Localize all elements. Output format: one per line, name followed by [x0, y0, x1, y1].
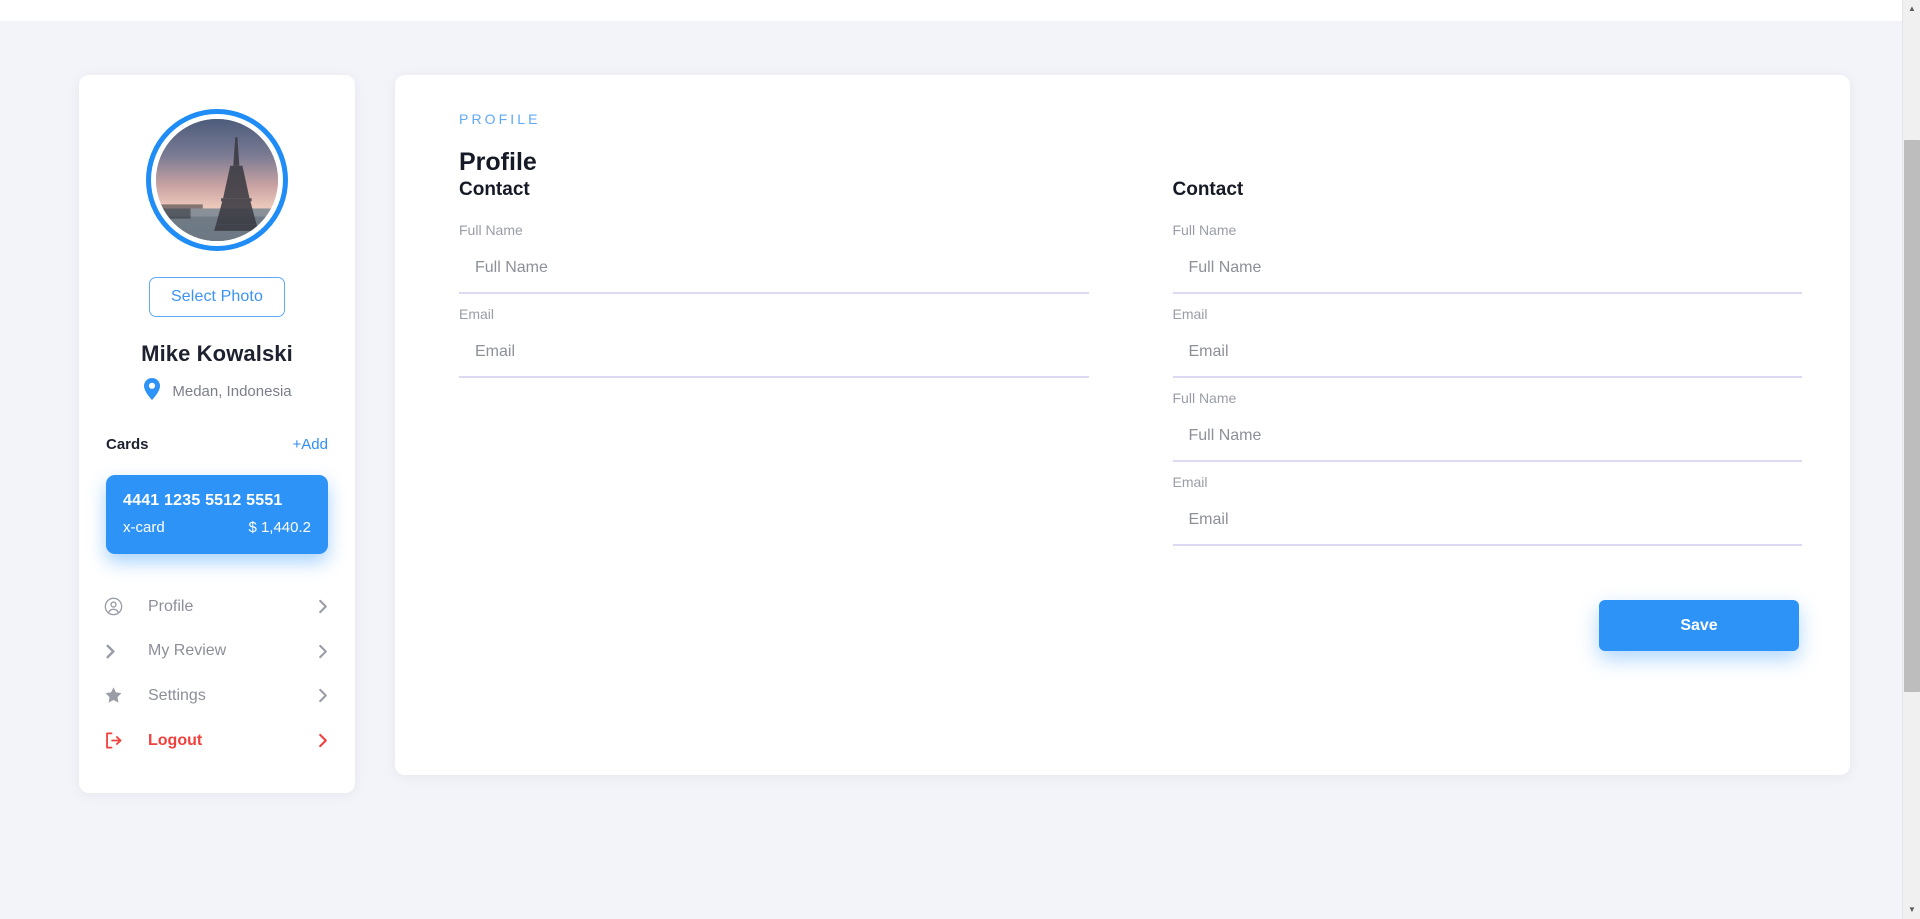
card-number: 4441 1235 5512 5551: [123, 492, 283, 509]
page-layout: Select Photo Mike Kowalski Medan, Indone…: [0, 21, 1902, 919]
sidebar-item-settings[interactable]: Settings: [79, 673, 355, 718]
field-group: Full Name: [1172, 390, 1802, 462]
scrollbar-thumb[interactable]: [1904, 140, 1920, 692]
user-circle-icon: [104, 597, 132, 616]
add-card-button[interactable]: +Add: [293, 436, 328, 453]
contact-column-left: Contact Full Name Email: [427, 179, 1089, 651]
map-pin-icon: [142, 377, 162, 406]
star-icon: [104, 686, 132, 705]
full-name-input-2[interactable]: [1172, 423, 1802, 462]
email-input[interactable]: [459, 339, 1089, 378]
sidebar-item-my-review[interactable]: My Review: [79, 629, 355, 673]
field-label: Full Name: [1172, 390, 1237, 406]
user-name: Mike Kowalski: [141, 341, 293, 366]
select-photo-button[interactable]: Select Photo: [149, 277, 285, 317]
email-input[interactable]: [1172, 339, 1802, 378]
chevron-right-icon: [318, 644, 328, 659]
scroll-down-arrow-icon[interactable]: ▼: [1903, 901, 1920, 919]
chevron-right-icon: [104, 643, 132, 660]
card-name: x-card: [123, 519, 165, 536]
cards-header: Cards +Add: [79, 436, 355, 453]
sidebar-item-logout[interactable]: Logout: [79, 718, 355, 763]
avatar: [156, 119, 278, 241]
form-columns: Contact Full Name Email Contact: [427, 179, 1802, 651]
field-group: Full Name: [459, 222, 1089, 294]
card-balance: $ 1,440.2: [248, 519, 311, 536]
field-label: Email: [459, 306, 495, 322]
page-scrollbar[interactable]: ▲ ▼: [1902, 0, 1920, 919]
chevron-right-icon: [318, 733, 328, 748]
chevron-right-icon: [318, 688, 328, 703]
sidebar-nav: Profile My Review Settings Logout: [79, 584, 355, 763]
full-name-input[interactable]: [1172, 255, 1802, 294]
profile-sidebar: Select Photo Mike Kowalski Medan, Indone…: [79, 75, 355, 793]
email-input-2[interactable]: [1172, 507, 1802, 546]
card-bottom-row: x-card $ 1,440.2: [123, 519, 311, 536]
breadcrumb: PROFILE: [459, 111, 541, 127]
logout-icon: [104, 731, 132, 750]
sidebar-item-profile[interactable]: Profile: [79, 584, 355, 629]
field-group: Email: [459, 306, 1089, 378]
location-row: Medan, Indonesia: [79, 377, 355, 406]
credit-card[interactable]: 4441 1235 5512 5551 x-card $ 1,440.2: [106, 475, 328, 554]
field-label: Email: [1172, 306, 1208, 322]
field-label: Full Name: [459, 222, 523, 238]
sidebar-item-label: Settings: [148, 686, 206, 704]
field-group: Email: [1172, 474, 1802, 546]
sidebar-item-label: My Review: [148, 642, 227, 659]
save-row: Save: [1173, 600, 1803, 651]
cards-title: Cards: [106, 436, 149, 453]
sidebar-item-label: Logout: [148, 731, 203, 749]
section-title-right: Contact: [1172, 179, 1244, 200]
full-name-input[interactable]: [459, 255, 1089, 294]
page-title: Profile: [459, 148, 537, 176]
chevron-right-icon: [318, 599, 328, 614]
field-group: Email: [1172, 306, 1802, 378]
location-text: Medan, Indonesia: [172, 383, 292, 400]
field-label: Full Name: [1172, 222, 1237, 238]
content-row: Select Photo Mike Kowalski Medan, Indone…: [0, 75, 1902, 793]
contact-column-right: Contact Full Name Email Full Name: [1121, 179, 1803, 651]
avatar-ring: [146, 109, 288, 251]
sidebar-item-label: Profile: [148, 597, 194, 615]
browser-viewport: Select Photo Mike Kowalski Medan, Indone…: [0, 0, 1920, 919]
select-photo-row: Select Photo: [79, 277, 355, 317]
profile-main-panel: PROFILE Profile Contact Full Name Email: [395, 75, 1850, 775]
field-label: Email: [1172, 474, 1208, 490]
section-title-left: Contact: [459, 179, 530, 200]
avatar-wrapper: [79, 109, 355, 251]
field-group: Full Name: [1172, 222, 1802, 294]
save-button[interactable]: Save: [1599, 600, 1799, 651]
top-white-strip: [0, 0, 1902, 21]
scroll-up-arrow-icon[interactable]: ▲: [1903, 0, 1920, 18]
